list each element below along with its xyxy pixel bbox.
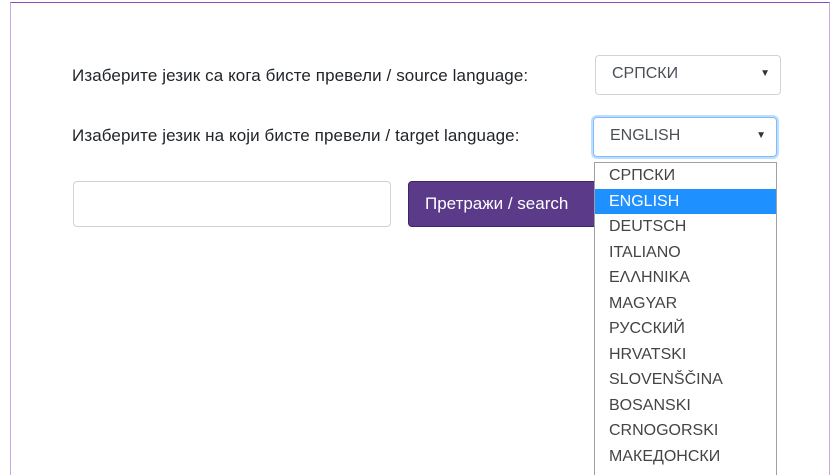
target-language-select[interactable]: ENGLISH ▼ (593, 117, 777, 157)
chevron-down-icon: ▼ (760, 68, 770, 79)
search-input[interactable] (73, 181, 391, 227)
dropdown-option[interactable]: DEUTSCH (595, 214, 776, 240)
dropdown-option[interactable]: CRNOGORSKI (595, 418, 776, 444)
dropdown-option[interactable]: MAGYAR (595, 291, 776, 317)
chevron-down-icon: ▼ (756, 130, 766, 141)
search-button[interactable]: Претражи / search (408, 181, 598, 227)
dropdown-option[interactable]: РУССКИЙ (595, 316, 776, 342)
dropdown-option[interactable]: HRVATSKI (595, 342, 776, 368)
source-language-select[interactable]: СРПСКИ ▼ (595, 55, 781, 95)
dropdown-option[interactable]: BOSANSKI (595, 393, 776, 419)
dropdown-option[interactable]: МАКЕДОНСКИ (595, 444, 776, 470)
target-language-label: Изаберите језик на који бисте превели / … (72, 126, 520, 145)
dropdown-option[interactable]: ITALIANO (595, 240, 776, 266)
dropdown-option[interactable]: SLOVENŠČINA (595, 367, 776, 393)
target-language-value: ENGLISH (610, 127, 681, 144)
dropdown-option[interactable]: ΕΛΛΗΝΙΚΑ (595, 265, 776, 291)
source-language-value: СРПСКИ (612, 65, 679, 82)
source-language-label: Изаберите језик са кога бисте превели / … (72, 66, 529, 85)
dropdown-option[interactable]: ENGLISH (595, 188, 776, 214)
target-language-dropdown: СРПСКИ ENGLISH DEUTSCH ITALIANO ΕΛΛΗΝΙΚΑ… (594, 162, 777, 475)
dropdown-option[interactable]: СРПСКИ (595, 163, 776, 189)
